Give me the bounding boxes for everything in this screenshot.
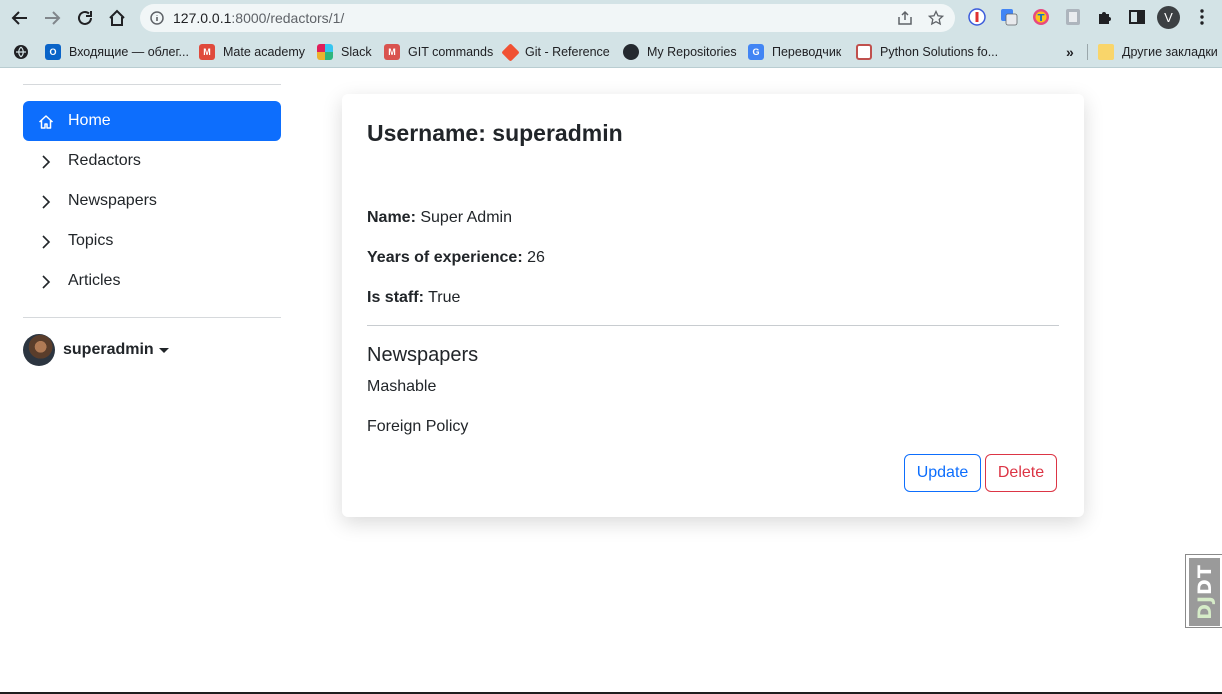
bookmark-label: GIT commands <box>408 45 494 59</box>
github-icon <box>623 44 639 60</box>
chevron-right-icon <box>42 195 51 209</box>
page-title: Username: superadmin <box>367 120 623 146</box>
side-panel-icon[interactable] <box>1127 7 1147 27</box>
bookmark-label: Python Solutions fo... <box>880 45 999 59</box>
chevron-right-icon <box>42 155 51 169</box>
update-button[interactable]: Update <box>904 454 981 492</box>
bookmark-label: Mate academy <box>223 45 305 59</box>
kebab-menu-icon[interactable] <box>1192 7 1212 27</box>
field-value: 26 <box>527 249 545 266</box>
field-label: Name: <box>367 209 416 226</box>
bookmark-label: My Repositories <box>647 45 737 59</box>
python-solutions-icon <box>856 44 872 60</box>
field-is-staff: Is staff: True <box>367 289 460 307</box>
home-button[interactable] <box>105 6 129 30</box>
field-value: True <box>428 289 461 306</box>
field-label: Years of experience: <box>367 249 523 266</box>
bookmark-git-reference[interactable]: Git - Reference <box>501 41 610 63</box>
bookmark-label: Входящие — облег... <box>69 45 189 59</box>
djdt-logo: DJDT <box>1194 564 1216 620</box>
other-bookmarks-label: Другие закладки <box>1122 45 1218 59</box>
delete-button[interactable]: Delete <box>985 454 1057 492</box>
outlook-icon: O <box>45 44 61 60</box>
url-text: 127.0.0.1:8000/redactors/1/ <box>173 10 344 26</box>
bookmark-my-repositories[interactable]: My Repositories <box>623 41 737 63</box>
sidebar-item-topics[interactable]: Topics <box>23 221 281 261</box>
house-icon <box>38 115 54 129</box>
sidebar-item-home[interactable]: Home <box>23 101 281 141</box>
sidebar-item-label: Home <box>68 112 111 129</box>
field-years-of-experience: Years of experience: 26 <box>367 249 545 267</box>
back-button[interactable] <box>8 6 32 30</box>
reload-icon <box>78 10 92 25</box>
other-bookmarks[interactable]: Другие закладки <box>1098 41 1218 63</box>
sidebar-item-label: Articles <box>68 272 121 289</box>
git-icon <box>501 42 520 62</box>
bookmark-label: Переводчик <box>772 45 842 59</box>
mate-academy-icon: M <box>199 44 215 60</box>
sidebar-item-redactors[interactable]: Redactors <box>23 141 281 181</box>
sidebar-bottom-divider <box>23 317 281 318</box>
extension-red-icon[interactable] <box>967 7 987 27</box>
field-name: Name: Super Admin <box>367 209 512 227</box>
chevron-right-icon <box>42 275 51 289</box>
bookmark-slack[interactable]: Slack <box>317 41 372 63</box>
address-bar[interactable]: 127.0.0.1:8000/redactors/1/ <box>140 4 955 32</box>
section-divider <box>367 325 1059 326</box>
profile-avatar[interactable]: V <box>1157 6 1180 29</box>
sidebar-top-divider <box>23 84 281 85</box>
user-dropdown[interactable]: superadmin <box>23 334 169 366</box>
photo-extension-icon[interactable] <box>1063 7 1083 27</box>
home-icon <box>109 9 125 26</box>
field-value: Super Admin <box>420 209 512 226</box>
bookmark-label: Git - Reference <box>525 45 610 59</box>
more-bookmarks-chevron-icon[interactable]: » <box>1066 41 1074 63</box>
list-item: Mashable <box>367 378 437 395</box>
arrow-left-icon <box>11 11 27 25</box>
sidebar-item-newspapers[interactable]: Newspapers <box>23 181 281 221</box>
browser-toolbar: 127.0.0.1:8000/redactors/1/ T V <box>0 0 1222 36</box>
colorful-t-extension-icon[interactable]: T <box>1031 7 1051 27</box>
field-label: Is staff: <box>367 289 424 306</box>
extensions-puzzle-icon[interactable] <box>1095 7 1115 27</box>
bookmark-mate-academy[interactable]: M Mate academy <box>199 41 305 63</box>
apps-icon[interactable] <box>13 41 29 63</box>
avatar <box>23 334 55 366</box>
user-name: superadmin <box>63 341 154 358</box>
share-icon[interactable] <box>897 10 913 26</box>
bookmark-label: Slack <box>341 45 372 59</box>
git-commands-icon: M <box>384 44 400 60</box>
google-translate-extension-icon[interactable] <box>999 7 1019 27</box>
info-icon[interactable] <box>150 11 164 25</box>
bookmark-translator[interactable]: G Переводчик <box>748 41 841 63</box>
djdt-handle-box: DJDT <box>1189 558 1220 626</box>
bookmark-python-solutions[interactable]: Python Solutions fo... <box>856 41 998 63</box>
url-host: 127.0.0.1 <box>173 10 232 26</box>
sidebar-item-articles[interactable]: Articles <box>23 261 281 301</box>
newspapers-heading: Newspapers <box>367 344 479 366</box>
translate-icon: G <box>748 44 764 60</box>
folder-icon <box>1098 44 1114 60</box>
djdt-logo-dj: DJ <box>1193 594 1216 620</box>
arrow-right-icon <box>45 11 61 25</box>
slack-icon <box>317 44 333 60</box>
sidebar-item-label: Newspapers <box>68 192 157 209</box>
djdt-logo-dt: DT <box>1193 564 1216 595</box>
forward-button[interactable] <box>40 6 64 30</box>
list-item: Foreign Policy <box>367 418 469 435</box>
star-icon[interactable] <box>928 10 944 26</box>
sidebar-item-label: Redactors <box>68 152 141 169</box>
redactor-detail-card: Username: superadmin Name: Super Admin Y… <box>342 94 1084 517</box>
caret-down-icon <box>158 347 169 353</box>
bookmark-outlook[interactable]: O Входящие — облег... <box>45 41 189 63</box>
bookmarks-bar: O Входящие — облег... M Mate academy Slack… <box>0 36 1222 68</box>
svg-text:T: T <box>1038 13 1045 24</box>
chevron-right-icon <box>42 235 51 249</box>
reload-button[interactable] <box>73 6 97 30</box>
bookmark-git-commands[interactable]: M GIT commands <box>384 41 493 63</box>
sidebar-item-label: Topics <box>68 232 114 249</box>
django-debug-toolbar-handle[interactable]: DJDT <box>1185 554 1222 628</box>
bookmarks-separator <box>1087 44 1088 60</box>
url-path: :8000/redactors/1/ <box>231 10 345 26</box>
